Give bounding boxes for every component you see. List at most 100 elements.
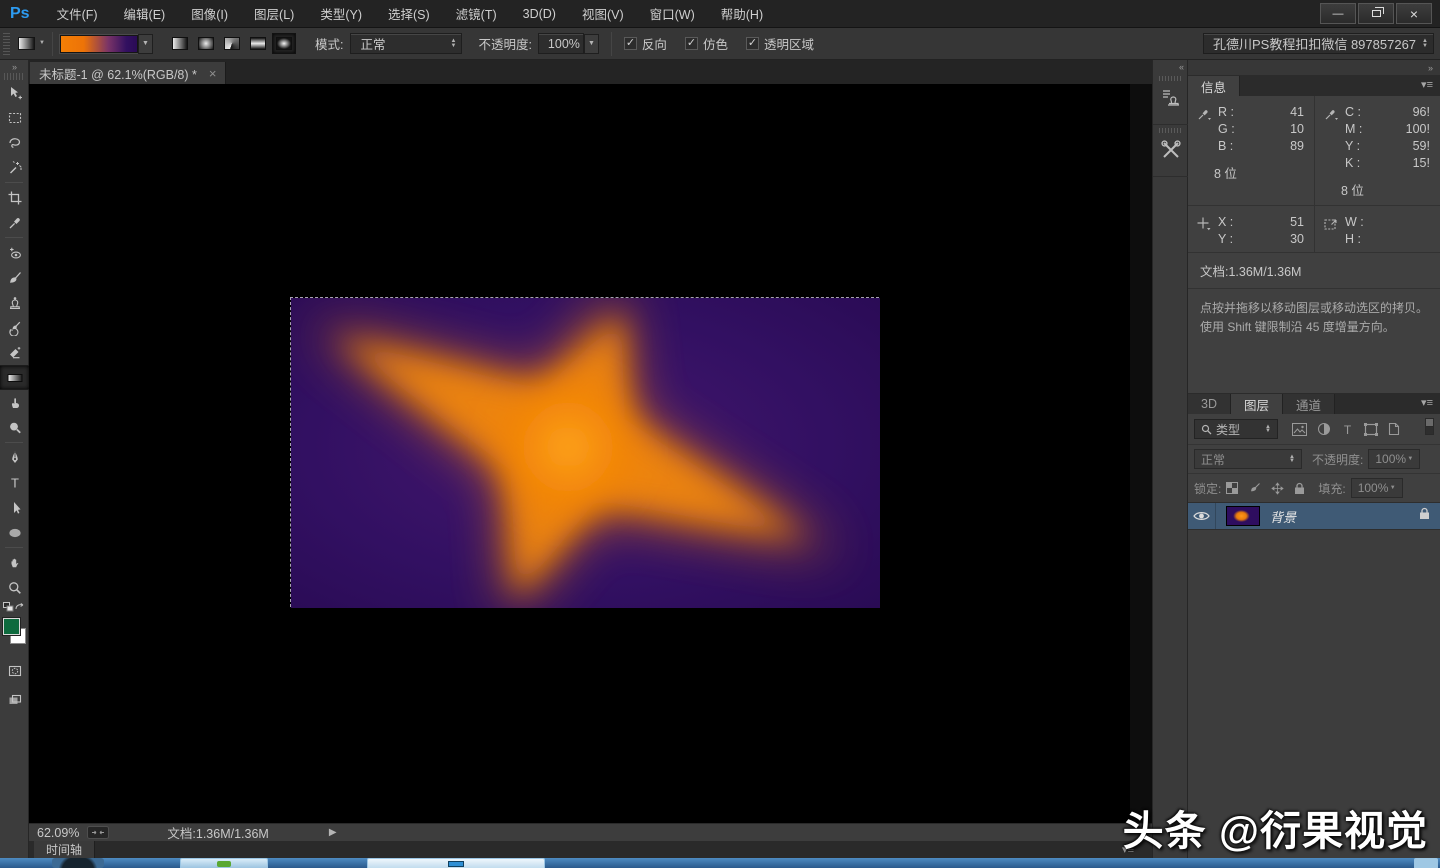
filter-toggle-switch[interactable] — [1425, 418, 1434, 440]
type-tool[interactable]: T — [0, 470, 29, 495]
opacity-dropdown-arrow[interactable]: ▼ — [584, 34, 599, 54]
magic-eraser-tool[interactable] — [0, 340, 29, 365]
menu-select[interactable]: 选择(S) — [375, 0, 443, 28]
lasso-tool[interactable] — [0, 130, 29, 155]
options-grip[interactable] — [3, 33, 10, 55]
layers-opacity-dropdown[interactable]: 100% ▼ — [1368, 449, 1420, 469]
reverse-checkbox[interactable]: ✓ 反向 — [624, 34, 667, 53]
tab-3d[interactable]: 3D — [1188, 394, 1231, 414]
taskbar-systray[interactable] — [1414, 858, 1438, 868]
quick-mask-button[interactable] — [0, 658, 29, 683]
tool-presets-panel-button[interactable] — [1153, 125, 1189, 177]
gradient-tool[interactable] — [0, 365, 29, 390]
eyedropper-icon — [1196, 106, 1212, 122]
eyedropper-tool[interactable] — [0, 210, 29, 235]
fill-dropdown[interactable]: 100% ▼ — [1351, 478, 1403, 498]
diamond-gradient-button[interactable] — [272, 33, 296, 54]
toolbar-expand-icon[interactable]: » — [0, 60, 28, 73]
radial-gradient-button[interactable] — [194, 33, 218, 54]
dodge-tool[interactable] — [0, 415, 29, 440]
path-selection-tool[interactable] — [0, 495, 29, 520]
document-tab[interactable]: 未标题-1 @ 62.1%(RGB/8) * × — [30, 62, 226, 84]
magic-wand-tool[interactable] — [0, 155, 29, 180]
panels-expand-icon[interactable]: » — [1188, 60, 1440, 75]
menu-view[interactable]: 视图(V) — [569, 0, 637, 28]
dither-checkbox[interactable]: ✓ 仿色 — [685, 34, 728, 53]
move-tool[interactable] — [0, 80, 29, 105]
red-eye-tool[interactable] — [0, 240, 29, 265]
angle-gradient-button[interactable] — [220, 33, 244, 54]
screen-mode-button[interactable] — [0, 687, 29, 712]
zoom-level[interactable]: 62.09% — [37, 826, 79, 840]
ellipse-tool[interactable] — [0, 520, 29, 545]
history-panel-button[interactable] — [1153, 73, 1189, 125]
filter-shape-layers-icon[interactable] — [1364, 423, 1378, 436]
timeline-tab[interactable]: 时间轴 — [34, 841, 95, 858]
tab-close-icon[interactable]: × — [209, 66, 217, 81]
menu-file[interactable]: 文件(F) — [44, 0, 111, 28]
restore-button[interactable] — [1358, 3, 1394, 24]
gradient-picker[interactable]: ▼ — [60, 34, 153, 54]
info-panel-menu-icon[interactable]: ▾≡ — [1421, 78, 1433, 91]
canvas-workspace[interactable] — [29, 84, 1130, 823]
minimize-button[interactable]: — — [1320, 3, 1356, 24]
layer-row-background[interactable]: 背景 — [1188, 502, 1440, 530]
menu-type[interactable]: 类型(Y) — [307, 0, 375, 28]
tool-preset-picker[interactable]: ▼ — [18, 37, 45, 50]
blend-mode-dropdown[interactable]: 正常 ▲▼ — [1194, 449, 1302, 469]
preset-combo[interactable]: 孔德川PS教程扣扣微信 897857267 ▲▼ — [1203, 33, 1434, 54]
gradient-picker-arrow[interactable]: ▼ — [138, 34, 153, 54]
pen-tool[interactable] — [0, 445, 29, 470]
swap-colors-icon[interactable] — [14, 602, 26, 612]
tab-info[interactable]: 信息 — [1188, 76, 1240, 96]
lock-all-icon[interactable] — [1294, 482, 1305, 495]
b-value: 89 — [1290, 138, 1304, 155]
filter-smart-objects-icon[interactable] — [1388, 422, 1400, 436]
lock-transparency-icon[interactable] — [1226, 482, 1238, 494]
dock-collapse-icon[interactable]: « — [1153, 60, 1187, 73]
filter-adjustment-layers-icon[interactable] — [1317, 422, 1331, 436]
lock-position-icon[interactable] — [1271, 482, 1284, 495]
transparency-checkbox[interactable]: ✓ 透明区域 — [746, 34, 814, 53]
close-button[interactable]: × — [1396, 3, 1432, 24]
mode-dropdown[interactable]: 正常 ▲▼ — [350, 33, 462, 54]
opacity-field[interactable]: 100% — [538, 33, 584, 54]
layers-panel-menu-icon[interactable]: ▾≡ — [1421, 396, 1433, 409]
smudge-tool[interactable] — [0, 390, 29, 415]
linear-gradient-button[interactable] — [168, 33, 192, 54]
gradient-preview[interactable] — [60, 35, 138, 53]
menu-image[interactable]: 图像(I) — [178, 0, 241, 28]
taskbar-app-1[interactable] — [180, 858, 268, 868]
menu-layer[interactable]: 图层(L) — [241, 0, 307, 28]
canvas-document[interactable] — [290, 297, 879, 607]
clone-stamp-tool[interactable] — [0, 290, 29, 315]
tab-layers[interactable]: 图层 — [1231, 394, 1283, 414]
menu-3d[interactable]: 3D(D) — [510, 0, 569, 28]
filter-pixel-layers-icon[interactable] — [1292, 423, 1307, 436]
lock-pixels-icon[interactable] — [1248, 482, 1261, 495]
marquee-tool[interactable] — [0, 105, 29, 130]
hand-tool[interactable] — [0, 550, 29, 575]
history-brush-tool[interactable] — [0, 315, 29, 340]
reflected-gradient-button[interactable] — [246, 33, 270, 54]
crop-tool[interactable] — [0, 185, 29, 210]
status-flyout-icon[interactable]: ▶ — [329, 827, 337, 838]
menu-help[interactable]: 帮助(H) — [708, 0, 776, 28]
tab-channels[interactable]: 通道 — [1283, 394, 1335, 414]
filter-type-layers-icon[interactable]: T — [1341, 423, 1354, 436]
layer-filter-dropdown[interactable]: 类型 ▲▼ — [1194, 419, 1278, 439]
layer-name[interactable]: 背景 — [1270, 507, 1296, 526]
default-colors-icon[interactable] — [3, 602, 14, 612]
layer-visibility-toggle[interactable] — [1188, 503, 1216, 529]
menu-edit[interactable]: 编辑(E) — [111, 0, 179, 28]
menu-window[interactable]: 窗口(W) — [637, 0, 708, 28]
taskbar-app-2[interactable] — [367, 858, 545, 868]
layer-thumbnail[interactable] — [1226, 506, 1260, 526]
toolbar-grip[interactable] — [4, 73, 24, 80]
brush-tool[interactable] — [0, 265, 29, 290]
foreground-color-swatch[interactable] — [3, 618, 20, 635]
menu-filter[interactable]: 滤镜(T) — [443, 0, 510, 28]
zoom-tool[interactable] — [0, 575, 29, 600]
start-orb[interactable] — [52, 858, 104, 868]
pen-tool-icon — [7, 450, 23, 466]
